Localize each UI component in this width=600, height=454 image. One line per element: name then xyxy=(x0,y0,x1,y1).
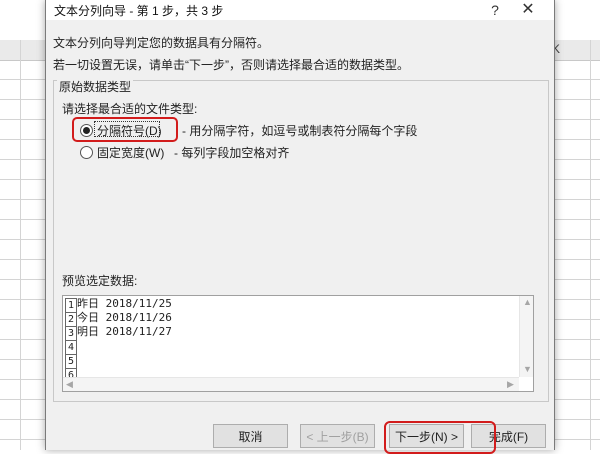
preview-row-number: 1 xyxy=(65,298,77,313)
cancel-button[interactable]: 取消 xyxy=(213,424,288,448)
group-title: 原始数据类型 xyxy=(57,78,134,95)
scroll-right-icon[interactable]: ▶ xyxy=(507,379,514,390)
scroll-up-icon[interactable]: ▲ xyxy=(523,297,532,307)
grid-line xyxy=(590,40,591,450)
text-to-columns-dialog: 文本分列向导 - 第 1 步，共 3 步 ? ✕ 文本分列向导判定您的数据具有分… xyxy=(45,0,555,454)
back-button[interactable]: < 上一步(B) xyxy=(300,424,375,448)
fixed-width-option[interactable]: 固定宽度(W) xyxy=(80,144,164,161)
preview-row-number: 4 xyxy=(65,340,77,355)
grid-line xyxy=(20,40,21,450)
help-button[interactable]: ? xyxy=(484,0,506,20)
fixed-width-description: - 每列字段加空格对齐 xyxy=(174,146,290,160)
close-button[interactable]: ✕ xyxy=(516,0,540,20)
scroll-left-icon[interactable]: ◀ xyxy=(66,379,73,390)
delimited-description: - 用分隔字符，如逗号或制表符分隔每个字段 xyxy=(182,124,418,138)
dialog-titlebar: 文本分列向导 - 第 1 步，共 3 步 ? ✕ xyxy=(46,0,554,20)
preview-row: 今日 2018/11/26 xyxy=(77,311,172,324)
preview-vertical-scrollbar[interactable]: ▲ ▼ xyxy=(519,296,533,377)
preview-row: 昨日 2018/11/25 xyxy=(77,297,172,310)
wizard-description: 文本分列向导判定您的数据具有分隔符。 xyxy=(53,36,270,50)
fixed-width-radio[interactable] xyxy=(80,146,93,159)
dialog-title: 文本分列向导 - 第 1 步，共 3 步 xyxy=(54,4,224,18)
preview-row-number: 3 xyxy=(65,326,77,341)
highlight-circle-delimited xyxy=(72,117,178,142)
fixed-width-label[interactable]: 固定宽度(W) xyxy=(97,144,164,161)
preview-label: 预览选定数据: xyxy=(62,274,138,288)
wizard-instruction: 若一切设置无误，请单击“下一步”，否则请选择最合适的数据类型。 xyxy=(53,58,409,72)
preview-row-number: 5 xyxy=(65,354,77,369)
preview-box[interactable]: 1 昨日 2018/11/25 2 今日 2018/11/26 3 明日 201… xyxy=(62,295,534,392)
preview-horizontal-scrollbar[interactable]: ◀ ▶ xyxy=(63,377,519,391)
preview-row: 明日 2018/11/27 xyxy=(77,325,172,338)
file-type-prompt: 请选择最合适的文件类型: xyxy=(62,102,198,116)
preview-row-number: 2 xyxy=(65,312,77,327)
scroll-down-icon[interactable]: ▼ xyxy=(523,364,532,374)
highlight-circle-next xyxy=(384,421,496,454)
